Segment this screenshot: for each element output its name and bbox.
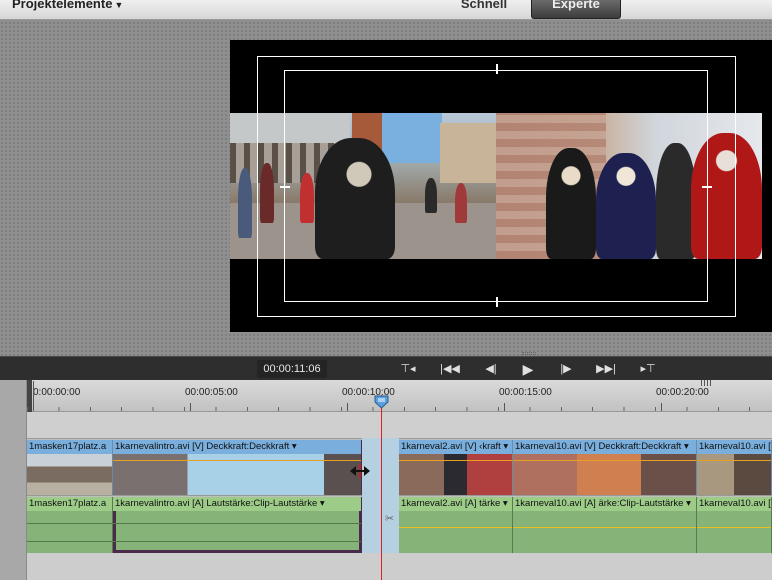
- clip-header: 1karneval2.avi [V] ‹kraft ▾: [399, 440, 512, 454]
- trim-cursor-icon: [349, 463, 371, 479]
- audio-clip[interactable]: 1masken17platz.a: [27, 497, 113, 553]
- ruler-label: 0:00:00:00: [33, 387, 81, 398]
- clip-effect-menu[interactable]: Lautstärke:Clip-Lautstärke ▾: [206, 498, 324, 509]
- clip-header: 1karneval2.avi [A] tärke ▾: [399, 497, 512, 511]
- time-ruler[interactable]: 0:00:00:00 00:00:05:00 00:00:10:00 00:00…: [27, 380, 772, 412]
- project-assets-menu[interactable]: Projektelemente ▼: [12, 0, 123, 12]
- audio-track: 1masken17platz.a 1karnevalintro.avi [A] …: [27, 495, 772, 553]
- playhead-icon: [374, 395, 389, 409]
- clip-name: 1karneval10.avi [: [699, 441, 771, 452]
- video-clip[interactable]: 1karneval10.avi [: [697, 440, 772, 495]
- clip-effect-menu[interactable]: ärke:Clip-Lautstärke ▾: [598, 498, 690, 509]
- clip-header: 1masken17platz.a: [27, 440, 112, 454]
- audio-clip[interactable]: 1karneval10.avi [A] ärke:Clip-Lautstärke…: [513, 497, 697, 553]
- mode-expert-tab[interactable]: Experte: [531, 0, 621, 19]
- step-back-button[interactable]: ◀|: [479, 360, 503, 378]
- clip-thumbnails: [27, 454, 112, 495]
- ruler-label: 00:00:20:00: [656, 387, 709, 398]
- ruler-zoom-grip[interactable]: [701, 380, 711, 386]
- opacity-rubberband[interactable]: [399, 460, 512, 461]
- opacity-rubberband[interactable]: [697, 460, 771, 461]
- empty-track-area: [27, 553, 772, 580]
- project-assets-label: Projektelemente: [12, 0, 113, 11]
- clip-effect-menu[interactable]: Deckkraft:Deckkraft ▾: [206, 441, 296, 452]
- top-bar: Projektelemente ▼ Schnell Experte: [0, 0, 772, 20]
- video-preview[interactable]: [230, 40, 772, 332]
- playhead-line: [381, 395, 382, 580]
- opacity-rubberband[interactable]: [513, 460, 696, 461]
- clip-name: 1karneval2.avi [V]: [401, 441, 477, 452]
- play-button[interactable]: ▶: [516, 360, 540, 378]
- skip-end-icon: ▶▶|: [596, 363, 616, 375]
- ruler-label: 00:00:15:00: [499, 387, 552, 398]
- audio-waveform: [27, 541, 112, 542]
- set-in-button[interactable]: ⊤◂: [396, 360, 420, 378]
- go-to-end-button[interactable]: ▶▶|: [594, 360, 618, 378]
- step-forward-button[interactable]: |▶: [554, 360, 578, 378]
- title-safe-guide: [284, 70, 708, 302]
- chevron-down-icon: ▼: [114, 0, 124, 10]
- panel-resize-grip[interactable]: [522, 352, 536, 355]
- mode-quick-tab[interactable]: Schnell: [452, 0, 516, 14]
- audio-clip[interactable]: 1karneval2.avi [A] tärke ▾: [399, 497, 513, 553]
- play-icon: ▶: [522, 361, 534, 377]
- clip-header: 1karnevalintro.avi [V] Deckkraft:Deckkra…: [113, 440, 361, 454]
- pedestrian: [238, 168, 252, 238]
- scissors-icon: ✂: [385, 513, 395, 525]
- volume-rubberband[interactable]: [513, 527, 696, 528]
- mark-out-icon: ▸⊤: [640, 363, 656, 375]
- clip-name: 1karnevalintro.avi [A]: [115, 498, 204, 509]
- clip-effect-menu[interactable]: ‹kraft ▾: [479, 441, 508, 452]
- track-headers: [0, 380, 27, 580]
- clip-name: 1masken17platz.a: [29, 498, 107, 509]
- clip-header: 1karneval10.avi [: [697, 440, 771, 454]
- clip-name: 1masken17platz.a: [29, 441, 107, 452]
- step-back-icon: ◀|: [485, 363, 497, 375]
- center-mark-top: [496, 64, 498, 74]
- audio-waveform: [113, 541, 361, 542]
- video-clip-selected[interactable]: 1karnevalintro.avi [V] Deckkraft:Deckkra…: [113, 440, 362, 495]
- center-mark-right: [702, 186, 712, 188]
- clip-name: 1karneval10.avi [: [699, 498, 771, 509]
- clip-name: 1karneval10.avi [A]: [515, 498, 596, 509]
- skip-start-icon: |◀◀: [440, 363, 460, 375]
- clip-name: 1karneval10.avi [V]: [515, 441, 596, 452]
- empty-track-area: [27, 412, 772, 438]
- transport-bar: 00:00:11:06 ⊤◂ |◀◀ ◀| ▶ |▶ ▶▶| ▸⊤: [0, 356, 772, 380]
- ruler-minor-ticks: [27, 407, 772, 411]
- audio-waveform: [113, 523, 361, 524]
- video-track: 1masken17platz.a 1karnevalintro.avi [V] …: [27, 438, 772, 495]
- clip-name: 1karnevalintro.avi [V]: [115, 441, 204, 452]
- mark-in-icon: ⊤◂: [400, 363, 416, 375]
- clip-header: 1karneval10.avi [V] Deckkraft:Deckkraft …: [513, 440, 696, 454]
- step-forward-icon: |▶: [560, 363, 572, 375]
- clip-header: 1karneval10.avi [: [697, 497, 771, 511]
- clip-effect-menu[interactable]: tärke ▾: [479, 498, 508, 509]
- center-mark-bottom: [496, 297, 498, 307]
- go-to-start-button[interactable]: |◀◀: [438, 360, 462, 378]
- volume-rubberband[interactable]: [697, 527, 771, 528]
- playhead-handle[interactable]: [374, 395, 389, 409]
- current-timecode[interactable]: 00:00:11:06: [257, 360, 327, 378]
- video-clip[interactable]: 1masken17platz.a: [27, 440, 113, 495]
- ruler-label: 00:00:05:00: [185, 387, 238, 398]
- opacity-rubberband[interactable]: [113, 460, 361, 461]
- video-clip[interactable]: 1karneval10.avi [V] Deckkraft:Deckkraft …: [513, 440, 697, 495]
- clip-header: 1masken17platz.a: [27, 497, 112, 511]
- clip-header: 1karnevalintro.avi [A] Lautstärke:Clip-L…: [113, 497, 361, 511]
- video-clip[interactable]: 1karneval2.avi [V] ‹kraft ▾: [399, 440, 513, 495]
- volume-rubberband[interactable]: [399, 527, 512, 528]
- monitor-panel: [0, 21, 772, 356]
- center-mark-left: [280, 186, 290, 188]
- audio-clip-selected[interactable]: 1karnevalintro.avi [A] Lautstärke:Clip-L…: [113, 497, 362, 553]
- audio-waveform: [27, 523, 112, 524]
- set-out-button[interactable]: ▸⊤: [636, 360, 660, 378]
- clip-effect-menu[interactable]: Deckkraft:Deckkraft ▾: [598, 441, 688, 452]
- clip-name: 1karneval2.avi [A]: [401, 498, 477, 509]
- clip-header: 1karneval10.avi [A] ärke:Clip-Lautstärke…: [513, 497, 696, 511]
- audio-clip[interactable]: 1karneval10.avi [: [697, 497, 772, 553]
